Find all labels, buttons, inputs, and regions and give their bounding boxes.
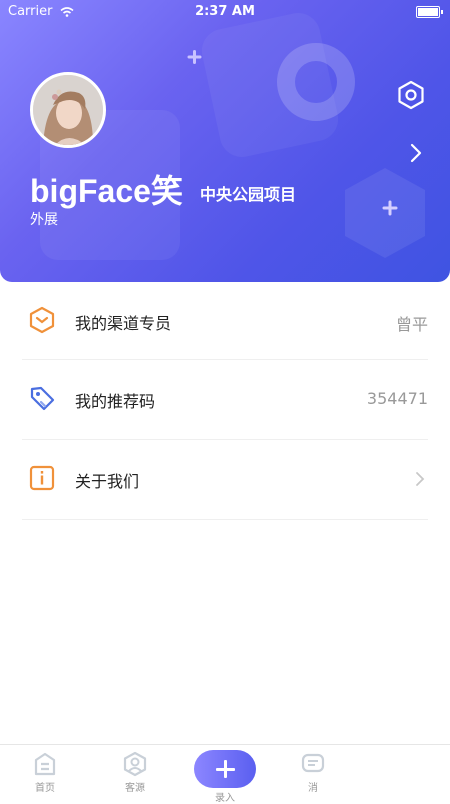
menu-item-label: 我的推荐码 <box>75 392 156 411</box>
avatar[interactable] <box>30 72 106 148</box>
status-bar: Carrier 2:37 AM <box>0 0 450 24</box>
project-name: 中央公园项目 <box>200 185 297 204</box>
tab-bar: 首页 客源 录入 消 <box>0 744 450 804</box>
menu-item-referral-code[interactable]: 我的推荐码 354471 <box>22 360 428 440</box>
clients-icon <box>123 751 147 777</box>
channel-hex-icon <box>29 306 55 334</box>
settings-icon[interactable] <box>396 80 426 110</box>
tab-label: 首页 <box>35 783 55 794</box>
menu-item-value: 曾平 <box>395 315 428 334</box>
chevron-right-icon[interactable] <box>406 142 426 164</box>
status-time: 2:37 AM <box>195 4 255 19</box>
chevron-right-icon <box>416 472 425 486</box>
avatar-portrait <box>33 75 103 145</box>
message-icon <box>301 753 325 773</box>
tab-home[interactable]: 首页 <box>15 751 75 794</box>
profile-header: Carrier 2:37 AM bigFace笑 中央公园项目 外展 <box>0 0 450 282</box>
tab-messages[interactable]: 消 <box>283 751 343 794</box>
tag-icon <box>30 386 55 411</box>
info-icon <box>29 465 55 491</box>
user-role: 外展 <box>30 212 58 228</box>
menu-item-about-us[interactable]: 关于我们 <box>22 440 428 520</box>
tab-label: 消 <box>308 783 318 794</box>
menu-item-label: 关于我们 <box>75 472 140 491</box>
battery-icon <box>416 6 443 18</box>
menu-list: 我的渠道专员 曾平 我的推荐码 354471 关于我们 <box>0 282 450 520</box>
tab-label: 客源 <box>125 783 145 794</box>
menu-item-channel-agent[interactable]: 我的渠道专员 曾平 <box>22 282 428 360</box>
user-name: bigFace笑 <box>30 173 183 209</box>
add-entry-label: 录入 <box>215 793 235 804</box>
menu-item-value: 354471 <box>366 389 428 408</box>
tab-clients[interactable]: 客源 <box>105 751 165 794</box>
menu-item-label: 我的渠道专员 <box>75 314 172 333</box>
add-entry-button[interactable] <box>194 750 256 788</box>
home-icon <box>34 752 56 776</box>
